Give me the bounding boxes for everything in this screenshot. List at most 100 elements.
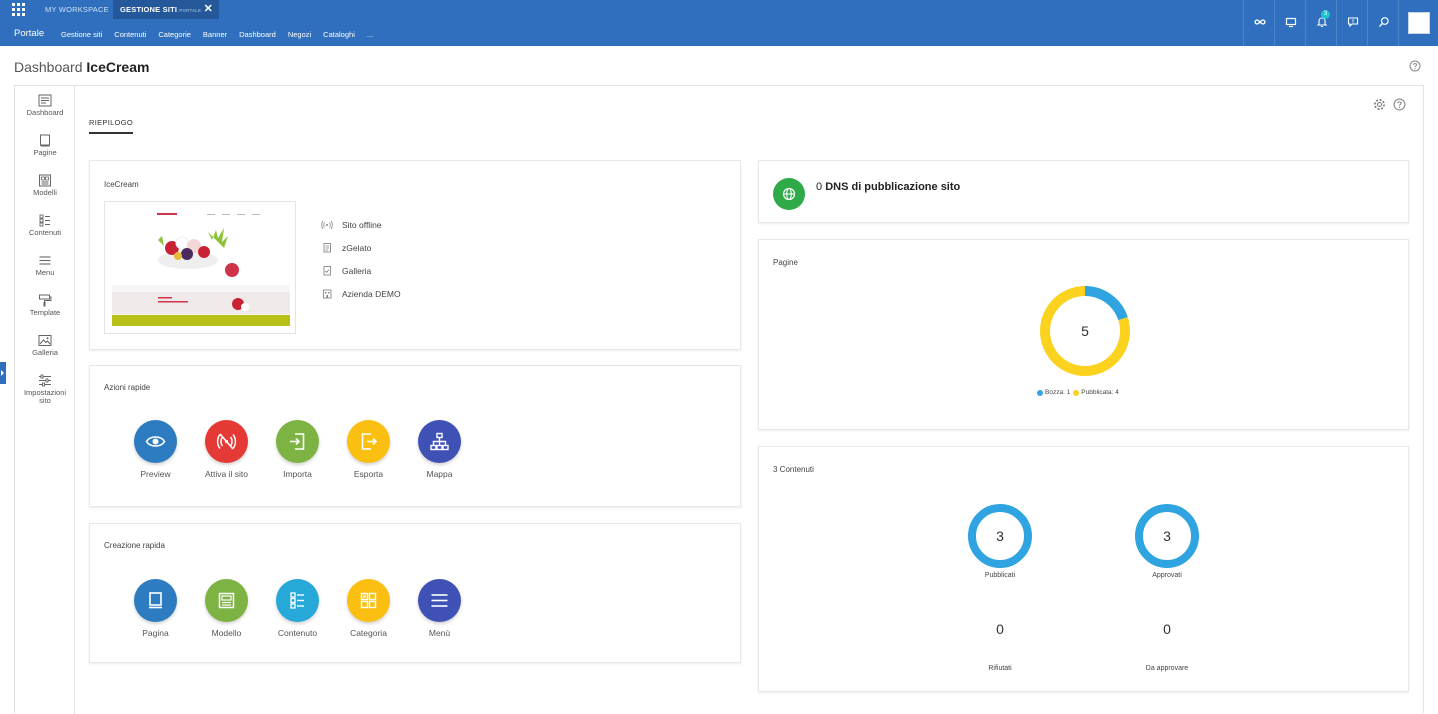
tab-riepilogo[interactable]: RIEPILOGO xyxy=(89,118,133,134)
info-row-gallery: Galleria xyxy=(321,259,401,282)
site-card: IceCream Sito offline zGelato Galleria A… xyxy=(89,160,741,350)
monitor-icon xyxy=(1285,17,1297,28)
sidebar-item-template[interactable]: Template xyxy=(15,294,75,317)
activate-circle xyxy=(205,420,248,463)
menu-icon xyxy=(39,256,51,265)
export-button[interactable]: Esporta xyxy=(333,420,404,479)
notifications-button[interactable]: 3 xyxy=(1305,0,1336,46)
monitor-button[interactable] xyxy=(1274,0,1305,46)
info-row-company: Azienda DEMO xyxy=(321,282,401,305)
menu-icon xyxy=(431,594,448,607)
site-card-title: IceCream xyxy=(104,180,139,189)
chat-icon xyxy=(1347,17,1359,28)
panel-settings-icons xyxy=(1373,98,1406,111)
import-label: Importa xyxy=(283,469,312,479)
sidebar-item-pagine[interactable]: Pagine xyxy=(15,134,75,157)
sidebar-item-galleria[interactable]: Galleria xyxy=(15,334,75,357)
page-title-name: IceCream xyxy=(86,59,150,75)
sidebar: Dashboard Pagine Modelli Contenuti Menu … xyxy=(15,86,75,714)
import-icon xyxy=(290,433,305,450)
quick-actions-card: Azioni rapide Preview Attiva il sito Imp… xyxy=(89,365,741,507)
create-category-button[interactable]: Categoria xyxy=(333,579,404,638)
sidebar-expand-handle[interactable] xyxy=(0,362,6,384)
contents-card-title: 3 Contenuti xyxy=(773,465,814,474)
sidebar-item-label: sito xyxy=(39,396,51,405)
nav-item-more[interactable]: ... xyxy=(367,30,373,39)
nav-item-negozi[interactable]: Negozi xyxy=(288,30,311,39)
sidebar-item-label: Galleria xyxy=(32,348,58,357)
gear-icon[interactable] xyxy=(1373,98,1386,111)
topbar-right-icons: 3 xyxy=(1243,0,1438,46)
tab-my-workspace[interactable]: MY WORKSPACE xyxy=(38,0,116,19)
published-label: Pubblicati xyxy=(984,572,1016,579)
dns-count: 0 xyxy=(816,181,823,193)
sidebar-item-contenuti[interactable]: Contenuti xyxy=(15,214,75,237)
model-icon xyxy=(39,174,51,187)
nav-item-banner[interactable]: Banner xyxy=(203,30,227,39)
dns-card: 0 DNS di pubblicazione sito xyxy=(758,160,1409,223)
pages-donut-slice-0[interactable] xyxy=(1084,286,1128,321)
sitemap-circle xyxy=(418,420,461,463)
sidebar-item-label: Menu xyxy=(35,268,55,277)
avatar-button[interactable] xyxy=(1398,0,1438,46)
nav-items: Gestione siti Contenuti Categorie Banner… xyxy=(61,30,385,39)
create-content-button[interactable]: Contenuto xyxy=(262,579,333,638)
sitemap-icon xyxy=(430,432,449,451)
thumb-section-image xyxy=(158,297,249,311)
sidebar-item-label: Template xyxy=(29,308,61,317)
thumb-footer xyxy=(112,315,290,326)
info-template-text: zGelato xyxy=(342,242,372,253)
sitemap-button[interactable]: Mappa xyxy=(404,420,475,479)
nav-item-contenuti[interactable]: Contenuti xyxy=(114,30,146,39)
published-ring: 3 xyxy=(968,504,1032,568)
nav-item-dashboard[interactable]: Dashboard xyxy=(239,30,276,39)
contents-card: 3 Contenuti 3 Pubblicati 3 Approvati 0 R… xyxy=(758,446,1409,692)
paint-roller-icon xyxy=(39,294,52,307)
tab-gestione-siti[interactable]: GESTIONE SITI PORTALE ✕ xyxy=(113,0,219,19)
quick-create-title: Creazione rapida xyxy=(104,541,165,550)
sliders-icon xyxy=(39,374,51,387)
quick-actions-row: Preview Attiva il sito Importa Esporta M… xyxy=(120,420,475,479)
import-button[interactable]: Importa xyxy=(262,420,333,479)
create-page-button[interactable]: Pagina xyxy=(120,579,191,638)
preview-button[interactable]: Preview xyxy=(120,420,191,479)
search-button[interactable] xyxy=(1367,0,1398,46)
search-icon xyxy=(1379,17,1389,27)
create-model-circle xyxy=(205,579,248,622)
create-menu-label: Menù xyxy=(428,628,451,638)
nav-brand[interactable]: Portale xyxy=(14,28,44,39)
preview-circle xyxy=(134,420,177,463)
site-thumbnail[interactable] xyxy=(104,201,296,334)
sidebar-item-label: Dashboard xyxy=(26,108,64,117)
tab-gestione-siti-sub: PORTALE xyxy=(179,8,202,13)
import-circle xyxy=(276,420,319,463)
sidebar-item-label: Modelli xyxy=(33,188,57,197)
feedback-button[interactable] xyxy=(1336,0,1367,46)
approved-label: Approvati xyxy=(1152,572,1182,579)
quick-actions-title: Azioni rapide xyxy=(104,383,151,392)
help-icon[interactable] xyxy=(1409,60,1421,72)
sidebar-item-menu[interactable]: Menu xyxy=(15,254,75,277)
create-menu-button[interactable]: Menù xyxy=(404,579,475,638)
legend-pubblicata[interactable]: Pubblicata: 4 xyxy=(1081,389,1119,396)
broadcast-icon xyxy=(321,220,333,229)
infinity-button[interactable] xyxy=(1243,0,1274,46)
checklist-icon xyxy=(323,265,331,275)
nav-item-cataloghi[interactable]: Cataloghi xyxy=(323,30,355,39)
nav-item-gestione-siti[interactable]: Gestione siti xyxy=(61,30,102,39)
activate-site-button[interactable]: Attiva il sito xyxy=(191,420,262,479)
dns-badge[interactable] xyxy=(773,178,805,210)
create-model-button[interactable]: Modello xyxy=(191,579,262,638)
help-icon[interactable] xyxy=(1393,98,1406,111)
site-preview-image xyxy=(112,210,290,326)
pages-card: Pagine 5 Bozza: 1 Pubblicata: 4 xyxy=(758,239,1409,430)
sidebar-item-modelli[interactable]: Modelli xyxy=(15,174,75,197)
apps-grid-icon[interactable] xyxy=(12,3,25,16)
close-icon[interactable]: ✕ xyxy=(204,0,213,19)
legend-bozza[interactable]: Bozza: 1 xyxy=(1045,389,1070,396)
info-gallery-text: Galleria xyxy=(342,265,372,276)
nav-item-categorie[interactable]: Categorie xyxy=(158,30,191,39)
create-category-circle xyxy=(347,579,390,622)
sidebar-item-dashboard[interactable]: Dashboard xyxy=(15,94,75,117)
sidebar-item-impostazioni[interactable]: Impostazioni sito xyxy=(15,374,75,405)
